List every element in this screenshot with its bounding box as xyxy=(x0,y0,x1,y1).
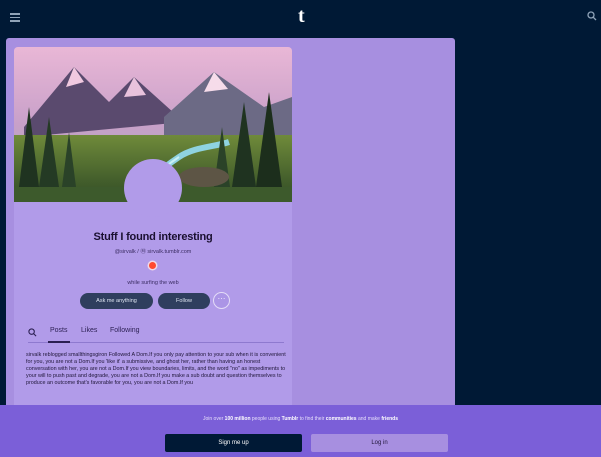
tumblr-logo[interactable]: t xyxy=(298,5,305,28)
avatar[interactable] xyxy=(124,159,182,217)
more-options-button[interactable]: ⋯ xyxy=(213,292,230,309)
blog-handle[interactable]: @sirvalk / Ⓜ sirvalk.tumblr.com xyxy=(14,247,292,255)
banner-text: Join over 100 million people using Tumbl… xyxy=(0,416,601,422)
search-icon[interactable] xyxy=(28,328,37,337)
tab-following[interactable]: Following xyxy=(110,327,140,334)
signup-banner: Join over 100 million people using Tumbl… xyxy=(0,405,601,457)
banner-brand: Tumblr xyxy=(281,416,299,422)
tab-posts[interactable]: Posts xyxy=(50,327,68,334)
banner-communities: communities xyxy=(325,416,357,422)
blog-card: Stuff I found interesting @sirvalk / Ⓜ s… xyxy=(14,47,292,418)
banner-text-mid2: to find their xyxy=(298,416,326,422)
blog-panel: Stuff I found interesting @sirvalk / Ⓜ s… xyxy=(6,38,455,418)
top-bar: t xyxy=(0,0,601,38)
search-icon[interactable] xyxy=(587,11,597,21)
post-text: sirvalk reblogged smallthingsgiron Follo… xyxy=(26,352,286,387)
active-tab-indicator xyxy=(48,341,70,343)
log-in-button[interactable]: Log in xyxy=(311,434,448,452)
banner-text-pre: Join over xyxy=(202,416,225,422)
banner-text-mid3: and make xyxy=(356,416,382,422)
status-dot-icon xyxy=(149,262,156,269)
banner-text-mid1: people using xyxy=(250,416,282,422)
tab-likes[interactable]: Likes xyxy=(81,327,97,334)
blog-description: while surfing the web xyxy=(127,280,179,286)
banner-count: 100 million xyxy=(224,416,251,422)
blog-title: Stuff I found interesting xyxy=(93,231,213,243)
sign-up-button[interactable]: Sign me up xyxy=(165,434,302,452)
banner-friends: friends xyxy=(381,416,399,422)
ask-me-anything-button[interactable]: Ask me anything xyxy=(80,293,153,309)
menu-icon[interactable] xyxy=(10,13,20,22)
follow-button[interactable]: Follow xyxy=(158,293,210,309)
